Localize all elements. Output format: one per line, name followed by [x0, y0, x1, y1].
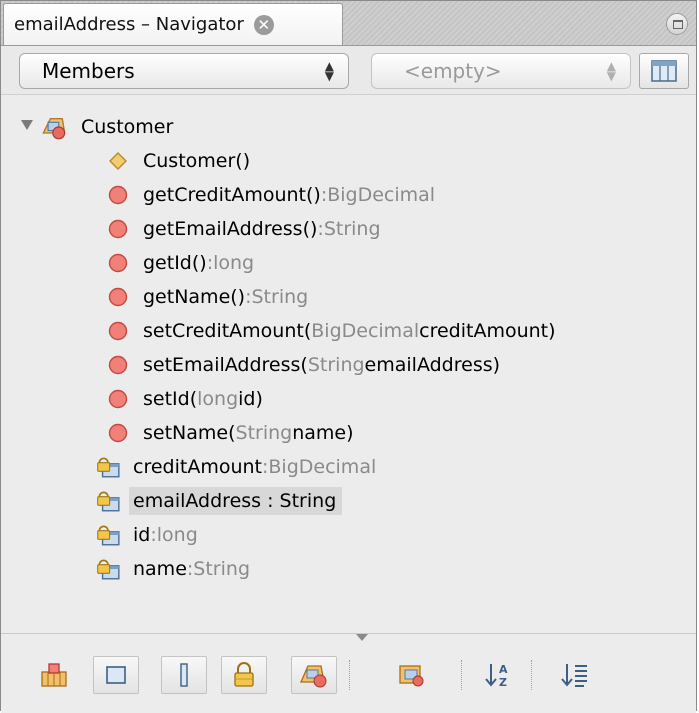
item-label: setName(: [143, 422, 236, 444]
private-field-icon: [97, 525, 120, 546]
sort-by-source-button[interactable]: [553, 656, 599, 694]
bottom-toolbar: A Z: [1, 633, 696, 713]
item-label: emailAddress : String: [129, 487, 343, 515]
method-icon: [108, 389, 128, 409]
constructor-icon: [109, 152, 127, 170]
tree-item-method[interactable]: setEmailAddress(String emailAddress): [107, 348, 500, 382]
tree-item-method[interactable]: getName() : String: [107, 280, 308, 314]
toolbar-separator: [349, 660, 351, 690]
item-label: id: [133, 524, 151, 546]
show-inner-classes-icon: [300, 665, 327, 688]
private-field-icon: [97, 491, 120, 512]
tab-bar: emailAddress – Navigator ✕: [1, 1, 696, 46]
item-type: BigDecimal: [327, 184, 436, 206]
tree-root-customer[interactable]: Customer: [41, 110, 173, 144]
show-nonpublic-button[interactable]: [221, 656, 267, 694]
svg-text:Z: Z: [499, 676, 507, 689]
method-icon: [108, 287, 128, 307]
item-type: String: [323, 218, 381, 240]
filter-select[interactable]: <empty> ▲ ▼: [371, 53, 631, 89]
show-inherited-icon: [41, 663, 67, 687]
sort-by-name-icon: A Z: [485, 663, 508, 689]
show-inner-classes-button[interactable]: [291, 656, 337, 694]
item-param-name: name): [292, 422, 354, 444]
toolbar-separator: [461, 660, 463, 690]
item-type: long: [213, 252, 255, 274]
private-field-icon: [97, 559, 120, 580]
item-label: setCreditAmount(: [143, 320, 312, 342]
item-label: creditAmount: [133, 456, 262, 478]
navigator-window: emailAddress – Navigator ✕ Members ▲ ▼ <e…: [0, 0, 697, 713]
item-type: String: [193, 558, 250, 580]
method-icon: [108, 355, 128, 375]
method-icon: [108, 253, 128, 273]
item-type: long: [156, 524, 198, 546]
members-select-value: Members: [42, 59, 135, 83]
select-arrows-icon: ▲ ▼: [606, 59, 616, 83]
method-icon: [108, 423, 128, 443]
minimize-window-button[interactable]: [666, 13, 688, 35]
private-field-icon: [97, 457, 120, 478]
item-label: setEmailAddress(: [143, 354, 308, 376]
item-label: Customer(): [143, 150, 251, 172]
item-type: String: [251, 286, 309, 308]
tree-item-method[interactable]: getCreditAmount() : BigDecimal: [107, 178, 435, 212]
tree-item-method[interactable]: setId(long id): [107, 382, 263, 416]
method-icon: [108, 321, 128, 341]
method-icon: [108, 185, 128, 205]
item-param-type: String: [307, 354, 365, 376]
show-static-button[interactable]: [161, 656, 207, 694]
tree-item-field-selected[interactable]: emailAddress : String: [95, 484, 343, 518]
layout-button[interactable]: [639, 53, 689, 89]
show-fields-button[interactable]: [93, 656, 139, 694]
item-param-name: id): [238, 388, 263, 410]
close-icon[interactable]: ✕: [253, 14, 274, 35]
class-icon: [42, 118, 66, 140]
tree-item-constructor[interactable]: Customer(): [107, 144, 250, 178]
tree-item-field[interactable]: id : long: [95, 518, 198, 552]
item-label: getCreditAmount(): [143, 184, 321, 206]
toolbar-separator: [531, 660, 533, 690]
item-label: getName(): [143, 286, 246, 308]
members-select[interactable]: Members ▲ ▼: [19, 53, 349, 89]
tree-item-method[interactable]: getId() : long: [107, 246, 254, 280]
select-arrows-icon: ▲ ▼: [324, 59, 334, 83]
sort-by-source-icon: [561, 664, 587, 687]
tree-item-field[interactable]: creditAmount : BigDecimal: [95, 450, 376, 484]
fully-qualified-names-icon: [399, 665, 424, 687]
filter-row: Members ▲ ▼ <empty> ▲ ▼: [1, 46, 696, 95]
expand-collapse-icon[interactable]: [21, 120, 33, 130]
item-label: getId(): [143, 252, 207, 274]
method-icon: [108, 219, 128, 239]
show-inherited-button[interactable]: [31, 656, 77, 694]
item-label: getEmailAddress(): [143, 218, 318, 240]
item-param-name: emailAddress): [364, 354, 501, 376]
tree-item-method[interactable]: setName(String name): [107, 416, 354, 450]
tab-title: emailAddress – Navigator: [14, 14, 244, 35]
item-type: BigDecimal: [268, 456, 377, 478]
show-fields-icon: [106, 666, 126, 684]
item-param-type: long: [197, 388, 239, 410]
tree-item-field[interactable]: name : String: [95, 552, 250, 586]
layout-icon: [651, 60, 677, 82]
fully-qualified-names-button[interactable]: [389, 656, 435, 694]
item-label: setId(: [143, 388, 198, 410]
item-param-type: BigDecimal: [311, 320, 420, 342]
sort-by-name-button[interactable]: A Z: [477, 656, 523, 694]
item-param-name: creditAmount): [419, 320, 556, 342]
class-name: Customer: [81, 116, 174, 138]
show-static-icon: [180, 663, 188, 687]
filter-select-value: <empty>: [404, 59, 502, 83]
tree-item-method[interactable]: getEmailAddress() : String: [107, 212, 381, 246]
item-label: name: [133, 558, 187, 580]
members-tree[interactable]: Customer Customer() getCreditAmount() : …: [1, 108, 696, 628]
show-nonpublic-icon: [234, 662, 254, 687]
splitter-notch-icon[interactable]: [356, 634, 368, 641]
tab-navigator[interactable]: emailAddress – Navigator ✕: [3, 3, 343, 45]
svg-text:A: A: [499, 663, 508, 676]
tree-item-method[interactable]: setCreditAmount(BigDecimal creditAmount): [107, 314, 556, 348]
item-param-type: String: [235, 422, 293, 444]
